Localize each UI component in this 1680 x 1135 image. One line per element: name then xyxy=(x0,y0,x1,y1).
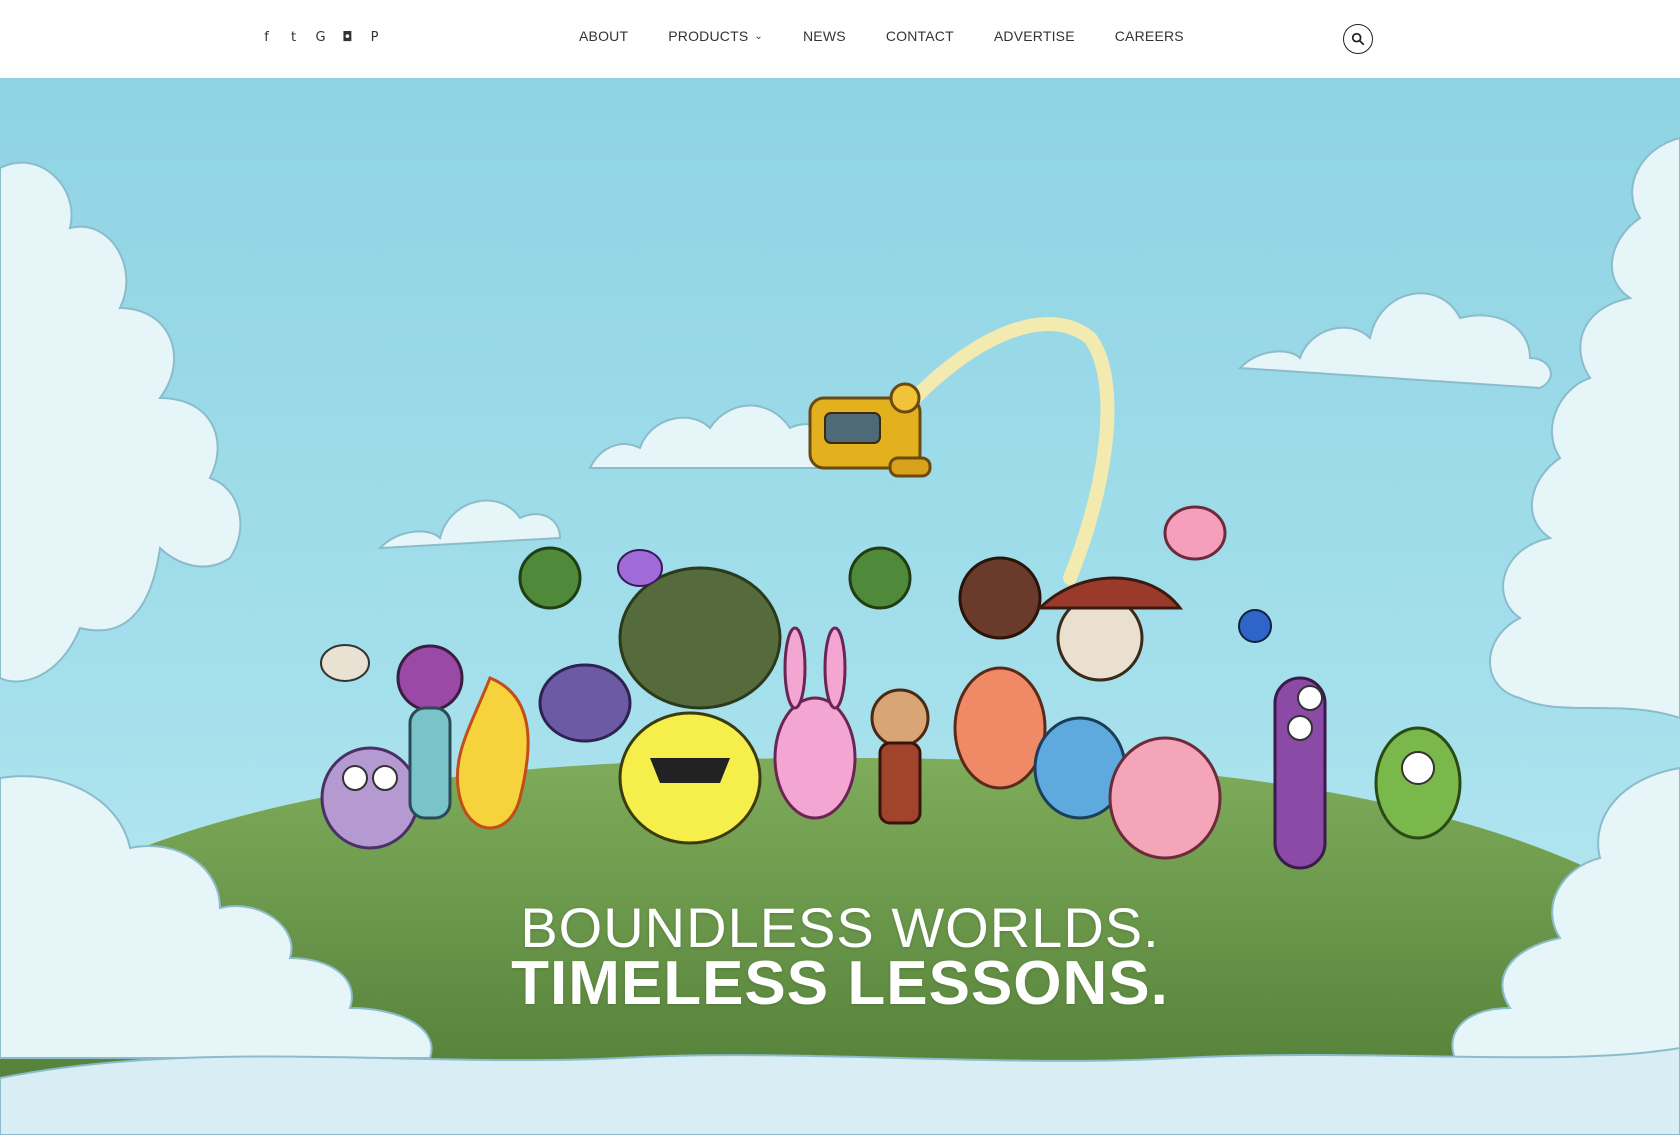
nav-products[interactable]: PRODUCTS ⌄ xyxy=(668,28,763,44)
nav-advertise[interactable]: ADVERTISE xyxy=(994,28,1075,44)
search-button[interactable] xyxy=(1343,24,1373,54)
cloud-bottom-band xyxy=(0,1046,1680,1135)
nav-contact[interactable]: CONTACT xyxy=(886,28,954,44)
nav-products-label: PRODUCTS xyxy=(668,28,749,44)
hero-headline-line2: TIMELESS LESSONS. xyxy=(511,949,1169,1018)
nav-careers[interactable]: CAREERS xyxy=(1115,28,1184,44)
facebook-icon[interactable]: f xyxy=(258,28,275,46)
nav-about[interactable]: ABOUT xyxy=(579,28,628,44)
twitter-icon[interactable]: t xyxy=(285,28,302,46)
social-links: f t G ◘ P xyxy=(258,28,383,46)
hero-banner: BOUNDLESS WORLDS. TIMELESS LESSONS. xyxy=(0,78,1680,1135)
instagram-icon[interactable]: ◘ xyxy=(339,28,356,46)
nav-news[interactable]: NEWS xyxy=(803,28,846,44)
pinterest-icon[interactable]: P xyxy=(366,28,383,46)
search-icon xyxy=(1351,32,1365,46)
google-icon[interactable]: G xyxy=(312,28,329,46)
flying-bus xyxy=(808,382,932,478)
chevron-down-icon: ⌄ xyxy=(754,30,763,42)
main-nav: ABOUT PRODUCTS ⌄ NEWS CONTACT ADVERTISE … xyxy=(579,28,1184,44)
top-navigation-bar: f t G ◘ P ABOUT PRODUCTS ⌄ NEWS CONTACT … xyxy=(0,0,1680,78)
